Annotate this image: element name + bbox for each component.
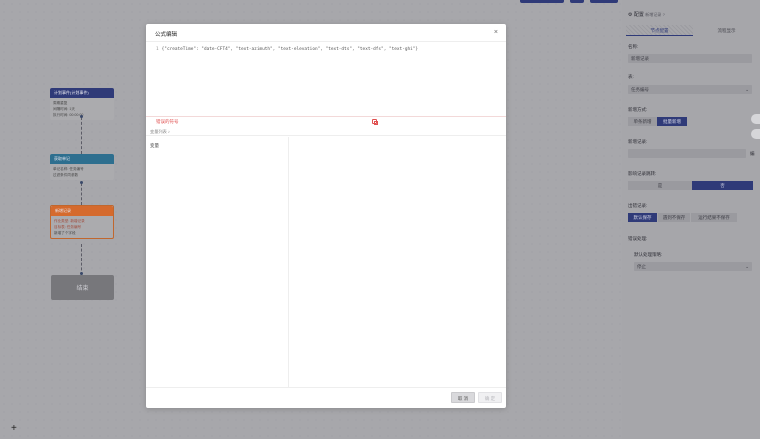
strategy-value: 停止 bbox=[637, 264, 646, 269]
skip-yes-button[interactable]: 是 bbox=[628, 181, 692, 190]
strategy-select[interactable]: 停止 ⌄ bbox=[634, 262, 752, 271]
connector-dot bbox=[80, 181, 83, 184]
zoom-in-icon[interactable]: + bbox=[11, 424, 17, 434]
error-message: 错误的符号 bbox=[156, 119, 179, 124]
table-label: 表: bbox=[628, 74, 634, 79]
skip-no-button[interactable]: 否 bbox=[692, 181, 753, 190]
toolbar-button[interactable] bbox=[520, 0, 564, 3]
record-edit-button[interactable]: 编 bbox=[750, 151, 755, 157]
handle-label: 错误处理: bbox=[628, 236, 648, 241]
settings-icon: ⚙ bbox=[628, 12, 633, 18]
panel-tabs: 节点配置 流程显示 bbox=[626, 25, 760, 36]
error-label: 出错记录: bbox=[628, 203, 648, 208]
node-line: 新增了个字段 bbox=[54, 231, 76, 235]
node-title: 获取单记 bbox=[50, 154, 114, 164]
name-label: 名称: bbox=[628, 44, 639, 49]
panel-title: ⚙ 配置 新增记录 ? bbox=[628, 12, 665, 18]
error-result-no-save-button[interactable]: 运行结果不保存 bbox=[691, 213, 737, 222]
config-panel: ⚙ 配置 新增记录 ? 节点配置 流程显示 名称: 新增记录 表: 任务编号 ⌄… bbox=[622, 0, 760, 439]
workflow-node-fetch[interactable]: 获取单记 单记名称: 任务编号 过滤条件同参数 bbox=[50, 154, 114, 180]
formula-text: {"createTime": "date-CFT4", "text-azimut… bbox=[161, 47, 419, 52]
node-line: 过滤条件同参数 bbox=[53, 173, 79, 177]
table-select[interactable]: 任务编号 ⌄ bbox=[628, 85, 752, 94]
formula-editor-dialog: 公式编辑 × 1 {"createTime": "date-CFT4", "tex… bbox=[146, 24, 506, 408]
mode-single-button[interactable]: 单条新增 bbox=[628, 117, 657, 126]
workflow-node-create[interactable]: 新增记录 作业类型: 新增记录 目标表: 任务编号 新增了个字段 bbox=[50, 205, 114, 239]
strategy-label: 默认处理策略: bbox=[634, 252, 663, 257]
variable-list-label: 变量列表 ♪ bbox=[150, 129, 171, 134]
node-title: 计划事件(计划事件) bbox=[50, 88, 114, 98]
record-label: 新增记录: bbox=[628, 139, 648, 144]
line-number: 1 bbox=[156, 47, 159, 52]
workflow-end-node[interactable]: 结束 bbox=[51, 275, 114, 300]
toolbar-button[interactable] bbox=[590, 0, 618, 3]
error-no-save-button[interactable]: 遇到不保存 bbox=[658, 213, 690, 222]
error-bar: 错误的符号 bbox=[146, 116, 506, 126]
dialog-title: 公式编辑 bbox=[155, 32, 178, 38]
table-value: 任务编号 bbox=[631, 87, 649, 92]
help-icon[interactable]: ? bbox=[663, 12, 665, 17]
name-field[interactable]: 新增记录 bbox=[628, 54, 752, 63]
ok-button[interactable]: 确 定 bbox=[478, 392, 502, 403]
error-default-save-button[interactable]: 默认保存 bbox=[628, 213, 657, 222]
formula-editor[interactable]: 1 {"createTime": "date-CFT4", "text-azimu… bbox=[156, 46, 496, 116]
variable-list-header: 变量列表 ♪ bbox=[146, 127, 506, 136]
side-float-button[interactable] bbox=[751, 129, 760, 139]
copy-icon[interactable] bbox=[372, 119, 378, 125]
cancel-button[interactable]: 取 消 bbox=[451, 392, 475, 403]
chevron-down-icon: ⌄ bbox=[745, 87, 749, 92]
end-label: 结束 bbox=[76, 286, 89, 292]
record-field[interactable] bbox=[628, 149, 746, 158]
node-connector bbox=[81, 183, 82, 205]
dialog-footer: 取 消 确 定 bbox=[146, 387, 506, 408]
divider bbox=[146, 41, 506, 42]
tab-node-config[interactable]: 节点配置 bbox=[626, 25, 693, 36]
toolbar-button[interactable] bbox=[570, 0, 584, 3]
tab-flow-display[interactable]: 流程显示 bbox=[693, 25, 760, 36]
variable-item[interactable]: 变量 bbox=[150, 143, 159, 149]
mode-batch-button[interactable]: 批量新增 bbox=[657, 117, 687, 126]
node-connector bbox=[81, 117, 82, 154]
node-connector bbox=[81, 244, 82, 275]
chevron-down-icon: ⌄ bbox=[745, 264, 749, 269]
node-title: 新增记录 bbox=[51, 206, 113, 216]
skip-label: 影响记录跳转: bbox=[628, 171, 657, 176]
panel-subtitle: 新增记录 bbox=[645, 12, 662, 17]
connector-dot bbox=[80, 115, 83, 118]
close-icon[interactable]: × bbox=[494, 29, 498, 36]
mode-label: 新增方式: bbox=[628, 107, 648, 112]
side-float-button[interactable] bbox=[751, 114, 760, 124]
variable-tree: 变量 bbox=[146, 137, 289, 387]
